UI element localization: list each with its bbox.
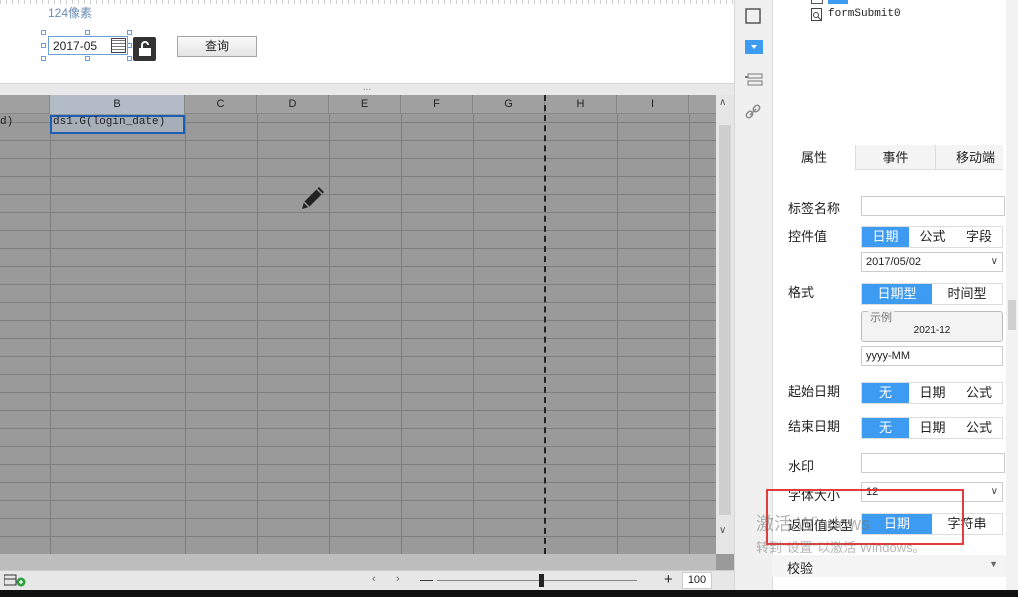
cell-grid[interactable] [0, 114, 716, 554]
option-date[interactable]: 日期 [909, 418, 956, 438]
format-selector: 日期型 时间型 [861, 283, 1003, 305]
rectangle-icon[interactable] [745, 8, 763, 24]
scroll-up-icon[interactable]: ∧ [719, 97, 726, 108]
sample-value: 2021-12 [913, 325, 951, 336]
control-value-selector: 日期 公式 字段 [861, 226, 1003, 248]
format-label: 格式 [788, 285, 815, 300]
ruler [0, 0, 734, 4]
zoom-out-button[interactable]: — [420, 572, 433, 587]
option-none[interactable]: 无 [862, 418, 909, 438]
link-icon[interactable] [745, 104, 763, 120]
column-header-g[interactable]: G [473, 95, 545, 114]
control-date-select[interactable]: 2017/05/02 ∨ [861, 252, 1003, 272]
column-header-c[interactable]: C [185, 95, 257, 114]
column-header-i[interactable]: I [617, 95, 689, 114]
pencil-icon [296, 181, 330, 215]
start-date-selector: 无 日期 公式 [861, 382, 1003, 404]
resize-handle[interactable] [127, 43, 132, 48]
widget-icon [811, 0, 823, 4]
widget-tree: formSubmit0 [773, 0, 1003, 145]
panel-splitter[interactable]: ... [0, 83, 734, 95]
status-bar: ‹ › — + 100 [0, 570, 734, 590]
tab-properties[interactable]: 属性 [773, 145, 855, 170]
dropdown-widget-icon[interactable] [745, 40, 763, 56]
sample-title: 示例 [868, 309, 894, 325]
resize-handle[interactable] [41, 30, 46, 35]
option-none[interactable]: 无 [862, 383, 909, 403]
list-widget-icon[interactable] [745, 72, 763, 88]
submit-page-icon [811, 8, 823, 21]
label-name-input[interactable] [861, 196, 1005, 216]
watermark-label: 水印 [788, 459, 815, 474]
tab-mobile[interactable]: 移动端 [935, 145, 1015, 170]
scroll-down-icon[interactable]: ∨ [719, 525, 726, 536]
prev-sheet-icon[interactable]: ‹ [372, 573, 376, 585]
os-activation-hint: 转到"设置"以激活 Windows。 [756, 540, 926, 555]
option-date-type[interactable]: 日期型 [862, 284, 932, 304]
page-break-line [544, 95, 546, 554]
panel-scroll-thumb[interactable] [1008, 300, 1016, 330]
cell-a1[interactable]: d) [0, 116, 13, 128]
resize-handle[interactable] [127, 30, 132, 35]
format-pattern-input[interactable]: yyyy-MM [861, 346, 1003, 366]
column-header-b[interactable]: B [50, 95, 185, 114]
column-header-f[interactable]: F [401, 95, 473, 114]
scroll-thumb[interactable] [719, 125, 731, 515]
zoom-in-button[interactable]: + [664, 571, 673, 588]
end-date-label: 结束日期 [788, 419, 841, 434]
tab-events[interactable]: 事件 [855, 145, 935, 170]
taskbar [0, 590, 1018, 597]
label-name-label: 标签名称 [788, 201, 841, 216]
resize-handle[interactable] [41, 43, 46, 48]
verify-section[interactable]: 校验 ▼ [772, 555, 1006, 577]
chevron-down-icon[interactable]: ∨ [991, 253, 998, 271]
format-sample: 示例 2021-12 [861, 309, 1003, 342]
watermark-input[interactable] [861, 453, 1005, 473]
query-button[interactable]: 查询 [177, 36, 257, 57]
os-activation-watermark: 激活 Windows [756, 514, 871, 534]
option-formula[interactable]: 公式 [909, 227, 956, 247]
column-header: B C D E F G H I [0, 95, 716, 114]
column-header-d[interactable]: D [257, 95, 329, 114]
cell-b1[interactable]: ds1.G(login_date) [53, 116, 165, 128]
resize-handle[interactable] [85, 56, 90, 61]
selected-tree-item[interactable] [828, 0, 848, 4]
horizontal-scrollbar[interactable] [0, 554, 716, 570]
unlock-icon[interactable] [133, 37, 156, 61]
zoom-slider[interactable] [437, 580, 637, 581]
control-value-label: 控件值 [788, 229, 828, 244]
chevron-down-icon[interactable]: ∨ [991, 483, 998, 501]
zoom-knob[interactable] [539, 574, 544, 587]
start-date-label: 起始日期 [788, 384, 841, 399]
verify-label: 校验 [787, 561, 814, 576]
property-tabs: 属性 事件 移动端 [773, 145, 1003, 170]
option-field[interactable]: 字段 [956, 227, 1002, 247]
end-date-selector: 无 日期 公式 [861, 417, 1003, 439]
spreadsheet: B C D E F G H I d) ds1.G(login_date) ∧ ∨ [0, 95, 734, 570]
zoom-value[interactable]: 100 [682, 572, 712, 589]
next-sheet-icon[interactable]: › [396, 573, 400, 585]
option-date[interactable]: 日期 [909, 383, 956, 403]
sheet-add-icon[interactable] [3, 574, 26, 587]
option-date[interactable]: 日期 [862, 227, 909, 247]
tree-item-formsubmit[interactable]: formSubmit0 [828, 8, 901, 20]
date-picker[interactable]: 2017-05 [48, 36, 128, 55]
column-header-e[interactable]: E [329, 95, 401, 114]
control-date-value: 2017/05/02 [866, 256, 922, 268]
chevron-down-icon[interactable]: ▼ [989, 559, 998, 569]
resize-handle[interactable] [127, 56, 132, 61]
option-time-type[interactable]: 时间型 [932, 284, 1002, 304]
option-formula[interactable]: 公式 [956, 383, 1002, 403]
resize-handle[interactable] [85, 30, 90, 35]
resize-handle[interactable] [41, 56, 46, 61]
calendar-icon[interactable] [111, 38, 126, 53]
column-header-cell[interactable] [0, 95, 50, 114]
panel-scrollbar[interactable] [1006, 0, 1018, 590]
column-header-h[interactable]: H [545, 95, 617, 114]
vertical-scrollbar[interactable]: ∧ ∨ [716, 95, 734, 554]
size-label: 124像素 [48, 6, 93, 20]
parameter-panel: 124像素 2017-05 查询 [0, 0, 734, 84]
date-value: 2017-05 [53, 39, 98, 53]
option-formula[interactable]: 公式 [956, 418, 1002, 438]
